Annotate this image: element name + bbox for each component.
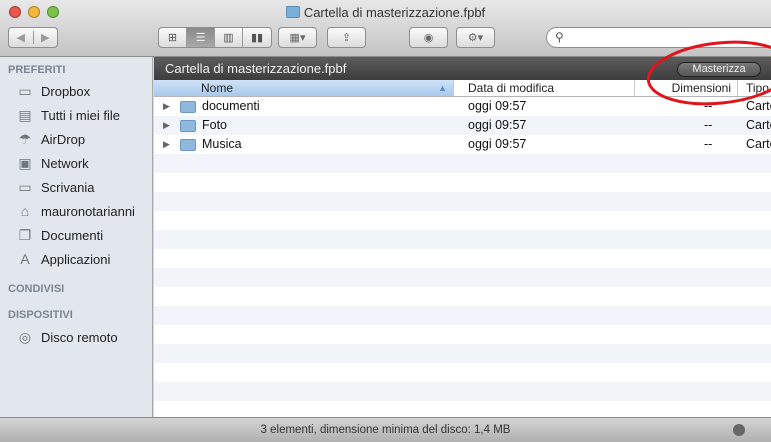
empty-row (154, 173, 771, 192)
chevron-down-icon: ▾ (299, 32, 306, 44)
sidebar-item-all-files[interactable]: ▤ Tutti i miei file (16, 104, 120, 126)
quicklook-button[interactable]: ◉ (409, 27, 448, 48)
file-kind: Cartella (746, 118, 771, 132)
column-view-button[interactable]: ▥ (215, 28, 243, 47)
column-header: Nome ▲ Data di modifica Dimensioni Tipo (154, 80, 771, 97)
empty-row (154, 382, 771, 401)
file-name: Foto (202, 118, 228, 132)
file-date: oggi 09:57 (468, 99, 527, 113)
file-list: ▶ documenti oggi 09:57 -- Cartella▶ Foto… (154, 97, 771, 417)
folder-title: Cartella di masterizzazione.fpbf (165, 61, 347, 76)
sidebar-section-condivisi: CONDIVISI (8, 283, 65, 295)
file-name: Musica (202, 137, 242, 151)
desktop-icon: ▭ (18, 178, 32, 195)
sidebar-item-network[interactable]: ▣ Network (16, 152, 88, 174)
window-title: Cartella di masterizzazione.fpbf (0, 5, 771, 20)
share-button[interactable]: ⇪ (327, 27, 366, 48)
file-kind: Cartella (746, 137, 771, 151)
file-row[interactable]: ▶ Foto oggi 09:57 -- Cartella (154, 116, 771, 135)
sidebar-item-remote-disc[interactable]: ◎ Disco remoto (16, 326, 118, 348)
disclosure-triangle-icon[interactable]: ▶ (163, 139, 170, 150)
file-kind: Cartella (746, 99, 771, 113)
sidebar-item-documents[interactable]: ❐ Documenti (16, 224, 103, 246)
sidebar: PREFERITI ▭ Dropbox ▤ Tutti i miei file ☂ A… (0, 57, 153, 417)
grid-icon: ▦ (289, 32, 300, 44)
empty-row (154, 154, 771, 173)
action-button[interactable]: ⚙▾ (456, 27, 495, 48)
empty-row (154, 287, 771, 306)
burn-folder-icon (285, 6, 300, 18)
back-button[interactable]: ◀ (9, 31, 34, 44)
column-header-name[interactable]: Nome ▲ (154, 80, 454, 96)
coverflow-view-button[interactable]: ▮▮ (243, 28, 271, 47)
file-size: -- (704, 99, 713, 113)
folder-icon (180, 120, 196, 132)
eye-icon: ◉ (423, 32, 434, 44)
network-icon: ▣ (18, 154, 32, 171)
file-row[interactable]: ▶ Musica oggi 09:57 -- Cartella (154, 135, 771, 154)
empty-row (154, 401, 771, 417)
disclosure-triangle-icon[interactable]: ▶ (163, 120, 170, 131)
column-header-kind[interactable]: Tipo (738, 80, 771, 96)
status-bar: 3 elementi, dimensione minima del disco:… (0, 417, 771, 442)
empty-row (154, 192, 771, 211)
sidebar-section-preferiti: PREFERITI (8, 64, 66, 76)
view-switcher: ⊞ ☰ ▥ ▮▮ (158, 27, 272, 48)
empty-row (154, 268, 771, 287)
activity-icon (733, 424, 745, 436)
icon-view-button[interactable]: ⊞ (159, 28, 187, 47)
folder-icon (180, 101, 196, 113)
forward-button[interactable]: ▶ (34, 31, 58, 44)
file-name: documenti (202, 99, 260, 113)
file-size: -- (704, 137, 713, 151)
file-row[interactable]: ▶ documenti oggi 09:57 -- Cartella (154, 97, 771, 116)
burn-button[interactable]: Masterizza (677, 62, 761, 77)
applications-icon: A (20, 251, 30, 267)
sort-ascending-icon: ▲ (438, 83, 447, 93)
sidebar-item-desktop[interactable]: ▭ Scrivania (16, 176, 94, 198)
home-icon: ⌂ (20, 203, 30, 219)
list-view-button[interactable]: ☰ (187, 28, 215, 47)
sidebar-item-applications[interactable]: A Applicazioni (16, 248, 110, 270)
share-icon: ⇪ (341, 32, 352, 44)
column-header-date[interactable]: Data di modifica (454, 80, 635, 96)
nav-buttons: ◀ ▶ (8, 27, 58, 48)
folder-icon (180, 139, 196, 151)
airdrop-icon: ☂ (18, 130, 32, 147)
sidebar-section-dispositivi: DISPOSITIVI (8, 309, 73, 321)
empty-row (154, 306, 771, 325)
sidebar-item-home[interactable]: ⌂ mauronotarianni (16, 200, 135, 222)
path-bar: Cartella di masterizzazione.fpbf Masteri… (154, 57, 771, 80)
documents-icon: ❐ (18, 226, 32, 243)
empty-row (154, 249, 771, 268)
column-header-size[interactable]: Dimensioni (635, 80, 738, 96)
search-input[interactable]: ⚲ (546, 27, 771, 48)
empty-row (154, 363, 771, 382)
all-files-icon: ▤ (18, 106, 32, 123)
empty-row (154, 344, 771, 363)
folder-icon: ▭ (18, 82, 32, 99)
disc-icon: ◎ (18, 328, 32, 345)
arrange-button[interactable]: ▦ ▾ (278, 27, 317, 48)
file-date: oggi 09:57 (468, 118, 527, 132)
status-text: 3 elementi, dimensione minima del disco:… (260, 424, 511, 436)
file-size: -- (704, 118, 713, 132)
empty-row (154, 211, 771, 230)
sidebar-item-dropbox[interactable]: ▭ Dropbox (16, 80, 90, 102)
gear-icon: ⚙▾ (467, 32, 484, 44)
file-date: oggi 09:57 (468, 137, 527, 151)
empty-row (154, 230, 771, 249)
empty-row (154, 325, 771, 344)
disclosure-triangle-icon[interactable]: ▶ (163, 101, 170, 112)
sidebar-item-airdrop[interactable]: ☂ AirDrop (16, 128, 85, 150)
search-icon: ⚲ (555, 30, 564, 44)
title-bar: Cartella di masterizzazione.fpbf ◀ ▶ ⊞ ☰… (0, 0, 771, 57)
